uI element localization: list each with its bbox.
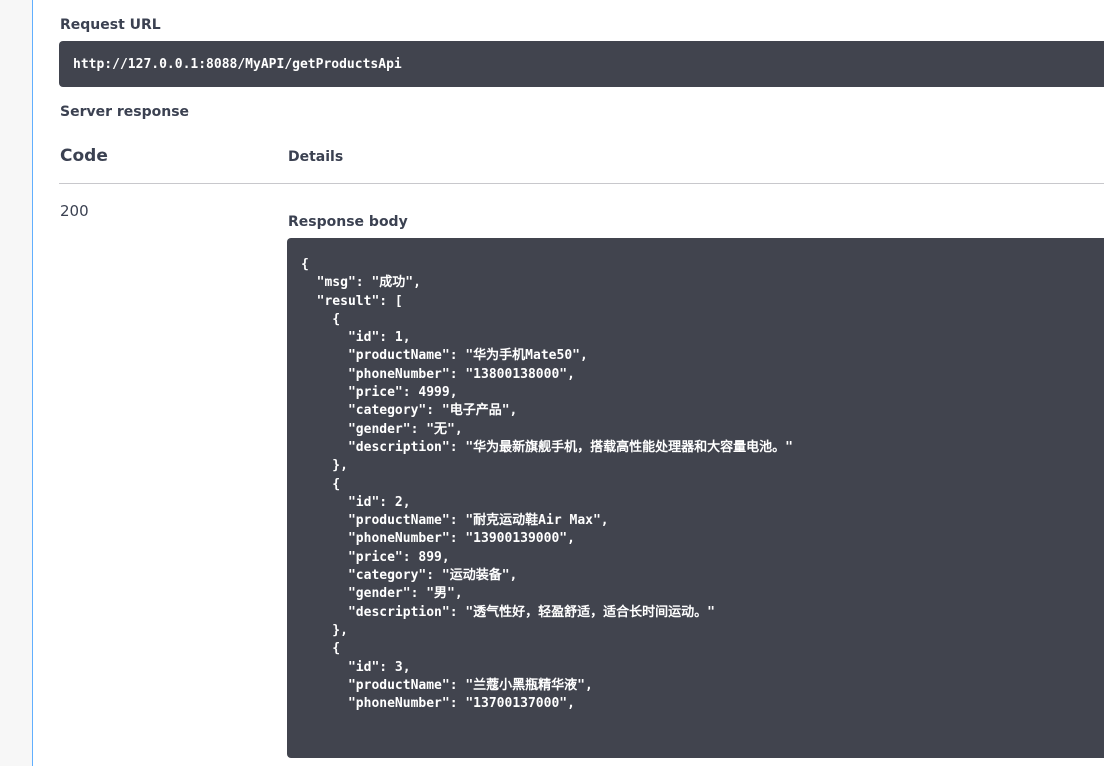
- code-line: "category": "电子产品",: [301, 403, 518, 419]
- server-response-label: Server response: [60, 104, 190, 120]
- request-url-box[interactable]: http://127.0.0.1:8088/MyAPI/getProductsA…: [59, 41, 1104, 87]
- code-line: "category": "运动装备",: [301, 568, 518, 584]
- code-line: {: [301, 476, 341, 492]
- code-line: "productName": "耐克运动鞋Air Max",: [301, 513, 609, 529]
- code-line: {: [301, 311, 341, 327]
- response-panel: Request URL http://127.0.0.1:8088/MyAPI/…: [32, 0, 1104, 766]
- code-line: "id": 2,: [301, 494, 411, 510]
- status-code: 200: [60, 202, 89, 220]
- code-line: "id": 1,: [301, 330, 411, 346]
- response-body-code[interactable]: { "msg": "成功", "result": [ { "id": 1, "p…: [287, 238, 1104, 758]
- table-divider: [59, 183, 1104, 184]
- code-line: "productName": "华为手机Mate50",: [301, 348, 588, 364]
- code-line: "description": "华为最新旗舰手机，搭载高性能处理器和大容量电池。…: [301, 439, 794, 455]
- code-line: "price": 899,: [301, 549, 450, 565]
- code-line: },: [301, 622, 348, 638]
- code-line: "phoneNumber": "13900139000",: [301, 531, 575, 547]
- code-line: "phoneNumber": "13800138000",: [301, 366, 575, 382]
- code-line: "price": 4999,: [301, 385, 458, 401]
- response-body-label: Response body: [288, 214, 408, 230]
- code-line: "msg": "成功",: [301, 275, 421, 291]
- code-line: "phoneNumber": "13700137000",: [301, 696, 575, 712]
- code-line: "gender": "无",: [301, 421, 463, 437]
- code-line: "description": "透气性好，轻盈舒适，适合长时间运动。": [301, 604, 716, 620]
- code-line: "gender": "男",: [301, 586, 463, 602]
- request-url-value[interactable]: http://127.0.0.1:8088/MyAPI/getProductsA…: [73, 57, 402, 72]
- code-line: },: [301, 458, 348, 474]
- code-line: {: [301, 641, 341, 657]
- code-line: "productName": "兰蔻小黑瓶精华液",: [301, 677, 593, 693]
- code-line: "id": 3,: [301, 659, 411, 675]
- details-column-header: Details: [288, 149, 344, 165]
- code-column-header: Code: [60, 146, 108, 166]
- request-url-label: Request URL: [60, 17, 161, 33]
- code-line: "result": [: [301, 293, 403, 309]
- code-line: {: [301, 257, 309, 272]
